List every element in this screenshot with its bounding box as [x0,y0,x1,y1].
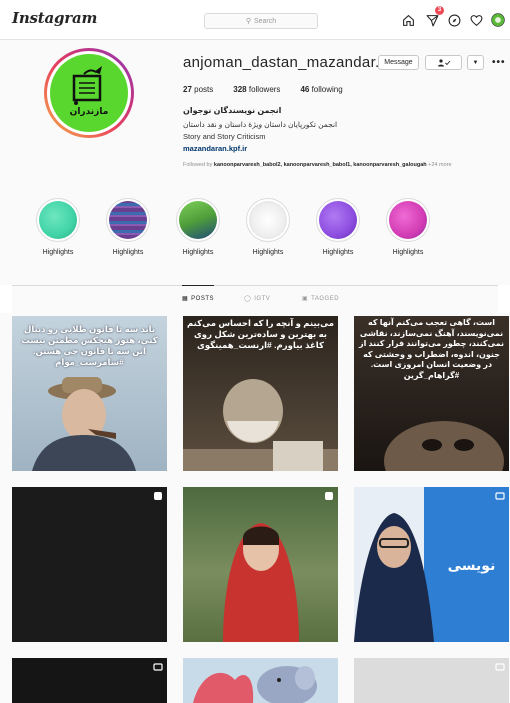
avatar-logo: مازندران [50,54,128,132]
post-thumbnail[interactable]: نویسی [354,487,509,642]
profile-full-name: انجمن نویسندگان نوجوان [183,106,282,115]
highlight-item[interactable]: Highlights [98,198,158,256]
profile-avatar-icon[interactable] [488,10,508,30]
profile-avatar[interactable]: مازندران [44,48,134,138]
highlight-cover [179,201,217,239]
post-caption: است، گاهی تعجب می‌کنم آنها که نمی‌نویسند… [358,318,504,380]
post-thumbnail[interactable]: می‌بینم و آنچه را که احساس می‌کنم به بهت… [183,316,338,471]
girl-portrait-photo [223,523,299,642]
highlight-cover [109,201,147,239]
carousel-icon [325,492,333,500]
profile-tabs: ▦ POSTS ◯ IGTV ▣ TAGGED [12,285,498,313]
post-thumbnail[interactable] [12,487,167,642]
chevron-down-icon: ▼ [472,59,479,66]
highlight-item[interactable]: Highlights [238,198,298,256]
following-status-button[interactable] [425,55,462,70]
search-input[interactable]: ⚲ Search [204,13,318,29]
profile-username: anjoman_dastan_mazandar... [183,54,389,71]
bio-line-persian: انجمن تکورپایان داستان ویژهٔ داستان و نق… [183,120,338,129]
instagram-logo[interactable]: Instagram [12,9,97,27]
tagged-icon: ▣ [302,296,309,302]
highlight-label: Highlights [112,249,144,256]
highlight-cover [389,201,427,239]
post-thumbnail[interactable]: باید سه تا قانون طلایی رو دنبال کنی، هنو… [12,316,167,471]
person-check-icon [437,58,450,66]
writer-photo [183,379,338,471]
avatar-caption: مازندران [69,106,109,116]
post-thumbnail[interactable]: است، گاهی تعجب می‌کنم آنها که نمی‌نویسند… [354,316,509,471]
direct-messages-icon[interactable]: 3 [422,6,444,30]
highlight-item[interactable]: Highlights [28,198,88,256]
highlight-label: Highlights [42,249,74,256]
search-icon: ⚲ [245,18,251,25]
notification-badge: 3 [435,6,444,15]
carousel-icon [154,492,162,500]
writer-photo [384,421,504,471]
posts-count-stat: 27 posts [183,85,214,94]
highlight-label: Highlights [322,249,354,256]
highlight-label: Highlights [392,249,424,256]
highlight-item[interactable]: Highlights [168,198,228,256]
igtv-icon [495,492,505,500]
bio-line-english: Story and Story Criticism [183,132,266,141]
posts-grid: باید سه تا قانون طلایی رو دنبال کنی، هنو… [0,313,510,703]
portrait-illustration [32,377,136,471]
tab-tagged[interactable]: ▣ TAGGED [302,295,339,303]
highlight-cover [249,201,287,239]
highlight-cover [39,201,77,239]
post-thumbnail[interactable] [183,487,338,642]
highlight-item[interactable]: Highlights [308,198,368,256]
post-caption: نویسی [447,557,496,573]
explore-compass-icon[interactable] [444,10,464,30]
highlight-item[interactable]: Highlights [378,198,438,256]
highlight-cover [319,201,357,239]
profile-stats: 27 posts 328 followers 46 following [183,85,343,94]
highlight-label: Highlights [182,249,214,256]
story-highlights: Highlights Highlights Highlights Highlig… [0,198,510,260]
profile-header: مازندران anjoman_dastan_mazandar... Mess… [0,40,510,285]
followers-stat[interactable]: 328 followers [233,85,280,94]
post-caption: می‌بینم و آنچه را که احساس می‌کنم به بهت… [187,318,334,350]
highlight-label: Highlights [252,249,284,256]
home-icon[interactable] [398,10,418,30]
post-caption: باید سه تا قانون طلایی رو دنبال کنی، هنو… [21,324,158,367]
igtv-icon [495,663,505,671]
more-options-icon[interactable]: ••• [492,57,506,68]
igtv-icon: ◯ [244,296,252,302]
suggested-accounts-button[interactable]: ▼ [467,55,484,70]
message-button[interactable]: Message [378,55,419,70]
top-navigation-bar: Instagram ⚲ Search 3 [0,0,510,40]
post-thumbnail[interactable] [354,658,509,703]
post-thumbnail[interactable] [12,658,167,703]
igtv-icon [153,663,163,671]
followed-by-text[interactable]: Followed by kanoonparvaresh_babol2, kano… [183,162,452,168]
post-thumbnail[interactable] [183,658,338,703]
following-stat[interactable]: 46 following [300,85,342,94]
notebook-logo-icon [72,66,102,105]
activity-heart-icon[interactable] [466,10,486,30]
cartoon-illustration [193,666,317,703]
grid-icon: ▦ [182,296,189,302]
profile-website-link[interactable]: mazandaran.kpf.ir [183,144,247,153]
tab-igtv[interactable]: ◯ IGTV [244,295,270,303]
search-placeholder: Search [253,17,277,25]
tab-posts[interactable]: ▦ POSTS [182,285,215,302]
